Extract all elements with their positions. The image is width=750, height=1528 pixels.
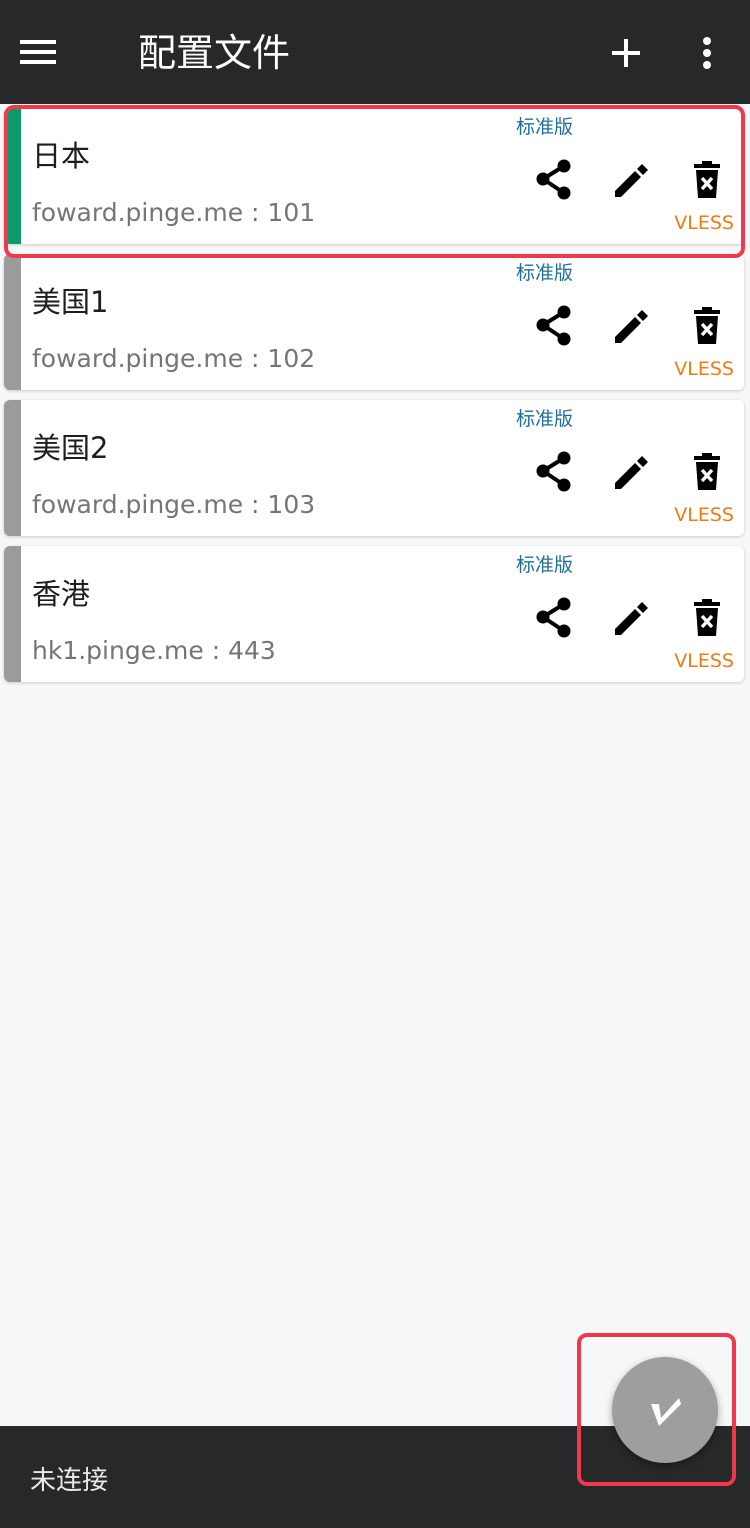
- connect-button-highlight: [577, 1333, 736, 1486]
- profile-address: foward.pinge.me : 102: [32, 344, 316, 373]
- profile-card[interactable]: 美国2 foward.pinge.me : 103 标准版 VLESS: [4, 400, 744, 536]
- profile-address: foward.pinge.me : 103: [32, 490, 316, 519]
- profile-card[interactable]: 香港 hk1.pinge.me : 443 标准版 VLESS: [4, 546, 744, 682]
- app-bar: 配置文件: [0, 0, 750, 104]
- selected-profile-highlight: [4, 105, 745, 258]
- delete-icon[interactable]: [683, 302, 731, 350]
- hamburger-menu-icon[interactable]: [18, 22, 88, 82]
- delete-icon[interactable]: [683, 448, 731, 496]
- share-icon[interactable]: [530, 594, 578, 642]
- plus-icon[interactable]: [596, 22, 656, 82]
- pencil-icon[interactable]: [606, 448, 654, 496]
- profile-tier-badge: 标准版: [516, 554, 574, 576]
- page-title: 配置文件: [138, 31, 291, 75]
- selection-indicator: [4, 400, 21, 536]
- profile-tier-badge: 标准版: [516, 262, 574, 284]
- profile-tier-badge: 标准版: [516, 408, 574, 430]
- profile-name: 美国2: [32, 431, 109, 465]
- profile-name: 香港: [32, 577, 91, 611]
- profile-card[interactable]: 美国1 foward.pinge.me : 102 标准版 VLESS: [4, 254, 744, 390]
- selection-indicator: [4, 254, 21, 390]
- connection-status: 未连接: [30, 1466, 109, 1496]
- selection-indicator: [4, 546, 21, 682]
- profile-address: hk1.pinge.me : 443: [32, 636, 276, 665]
- profile-protocol: VLESS: [674, 504, 734, 526]
- share-icon[interactable]: [530, 302, 578, 350]
- pencil-icon[interactable]: [606, 594, 654, 642]
- delete-icon[interactable]: [683, 594, 731, 642]
- profile-protocol: VLESS: [674, 650, 734, 672]
- share-icon[interactable]: [530, 448, 578, 496]
- pencil-icon[interactable]: [606, 302, 654, 350]
- profile-name: 美国1: [32, 285, 109, 319]
- profile-protocol: VLESS: [674, 358, 734, 380]
- more-vertical-icon[interactable]: [684, 22, 730, 82]
